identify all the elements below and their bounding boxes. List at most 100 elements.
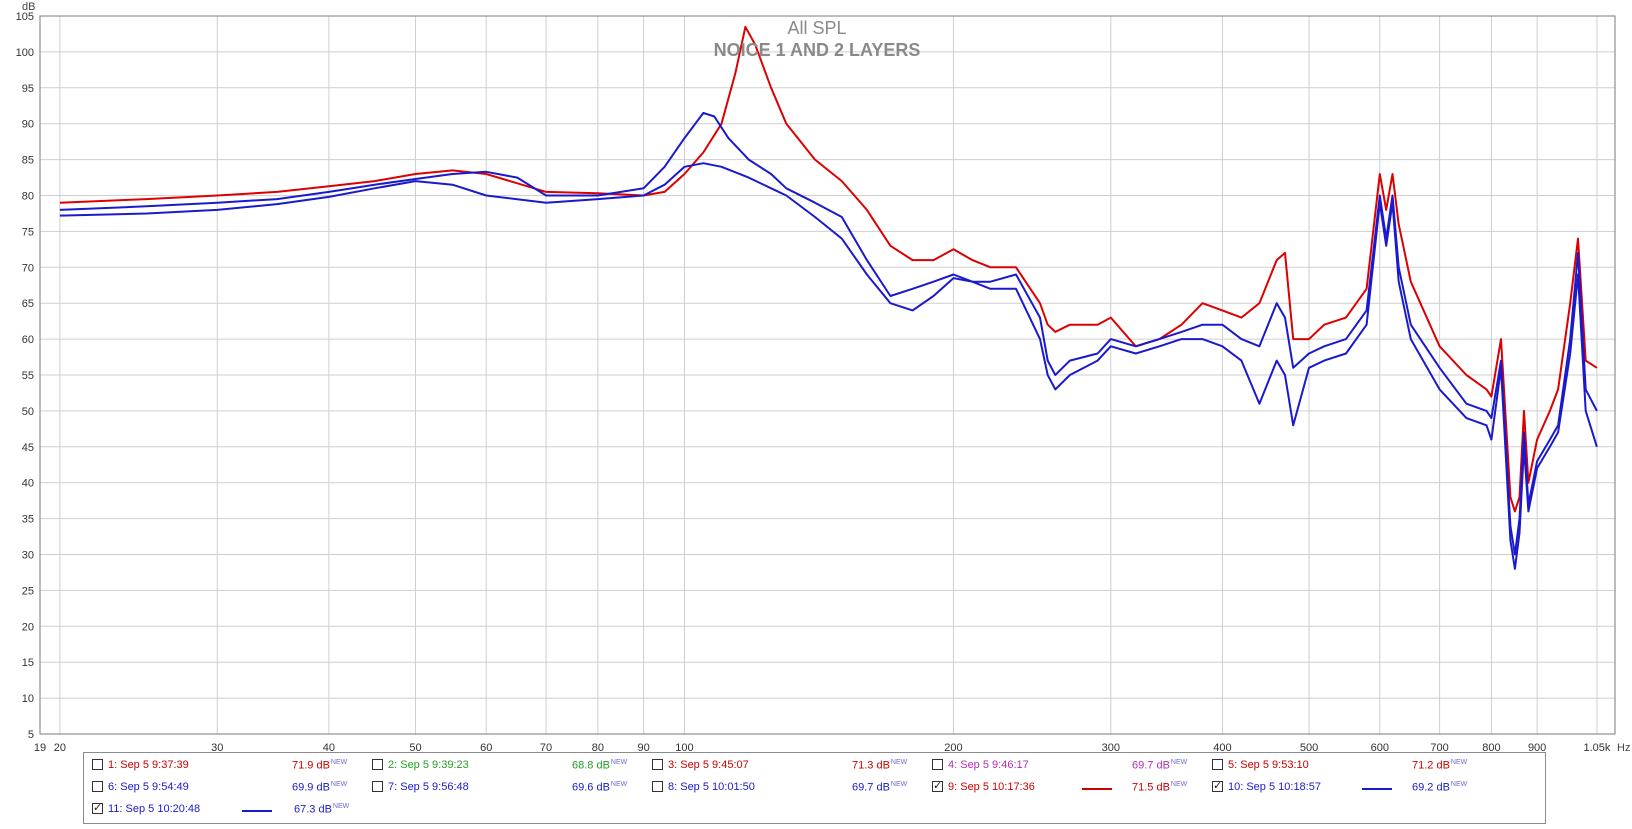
series-line-2 xyxy=(59,111,1598,556)
legend-new-tag: NEW xyxy=(1450,759,1468,766)
legend-level-value: 68.8 dB xyxy=(572,759,610,772)
x-tick-label: 1.05k xyxy=(1583,742,1610,754)
legend-label: 11: Sep 5 10:20:48 xyxy=(108,803,201,815)
legend-new-tag: NEW xyxy=(1170,781,1188,788)
y-axis-unit: dB xyxy=(22,1,35,13)
legend-checkbox[interactable] xyxy=(1212,779,1223,792)
legend-checkbox[interactable] xyxy=(92,781,103,792)
y-tick-label: 95 xyxy=(22,83,34,95)
legend-level-value: 71.3 dB xyxy=(852,759,890,772)
legend-checkbox[interactable] xyxy=(932,779,943,792)
spl-chart: 5 10 15 20 25 30 35 40 45 50 55 60 65 70 75 80 85 90 95 100… xyxy=(16,1,1631,754)
y-tick-label: 70 xyxy=(22,262,34,274)
legend-panel: 1: Sep 5 9:37:39 71.9 dBNEW 2: Sep 5 9:39:… xyxy=(83,752,1546,824)
legend-level: 69.7 dBNEW xyxy=(852,781,907,794)
y-tick-label: 100 xyxy=(16,47,34,59)
legend-level: 71.5 dBNEW xyxy=(1132,781,1187,794)
legend-item[interactable]: 2: Sep 5 9:39:23 68.8 dBNEW xyxy=(372,755,652,777)
legend-checkbox[interactable] xyxy=(372,781,383,792)
legend-label: 9: Sep 5 10:17:36 xyxy=(948,781,1035,793)
x-tick-label: 20 xyxy=(54,742,66,754)
legend-label: 2: Sep 5 9:39:23 xyxy=(388,759,469,771)
y-tick-label: 30 xyxy=(22,550,34,562)
legend-label: 10: Sep 5 10:18:57 xyxy=(1228,781,1321,793)
legend-new-tag: NEW xyxy=(890,759,908,766)
legend-item[interactable]: 4: Sep 5 9:46:17 69.7 dBNEW xyxy=(932,755,1212,777)
legend-label: 7: Sep 5 9:56:48 xyxy=(388,781,469,793)
legend-level-value: 69.7 dB xyxy=(852,781,890,794)
legend-level: 69.2 dBNEW xyxy=(1412,781,1467,794)
legend-item[interactable]: 6: Sep 5 9:54:49 69.9 dBNEW xyxy=(92,777,372,799)
legend-item[interactable]: 9: Sep 5 10:17:36 71.5 dBNEW xyxy=(932,777,1212,799)
legend-new-tag: NEW xyxy=(1450,781,1468,788)
legend-new-tag: NEW xyxy=(890,781,908,788)
y-tick-label: 45 xyxy=(22,442,34,454)
legend-level-value: 69.9 dB xyxy=(292,781,330,794)
legend-swatch xyxy=(1362,788,1392,790)
legend-level: 69.6 dBNEW xyxy=(572,781,627,794)
legend-label: 1: Sep 5 9:37:39 xyxy=(108,759,189,771)
legend-new-tag: NEW xyxy=(610,759,628,766)
legend-item[interactable]: 1: Sep 5 9:37:39 71.9 dBNEW xyxy=(92,755,372,777)
legend-new-tag: NEW xyxy=(1170,759,1188,766)
legend-item[interactable]: 8: Sep 5 10:01:50 69.7 dBNEW xyxy=(652,777,932,799)
y-tick-label: 40 xyxy=(22,478,34,490)
legend-new-tag: NEW xyxy=(330,781,348,788)
legend-new-tag: NEW xyxy=(330,759,348,766)
series-line-1 xyxy=(59,25,1598,513)
legend-item[interactable]: 10: Sep 5 10:18:57 69.2 dBNEW xyxy=(1212,777,1492,799)
legend-level-value: 69.7 dB xyxy=(1132,759,1170,772)
y-tick-label: 25 xyxy=(22,585,34,597)
y-tick-label: 55 xyxy=(22,370,34,382)
y-tick-labels: 5 10 15 20 25 30 35 40 45 50 55 60 65 70 75 80 85 90 95 100… xyxy=(16,11,34,741)
legend-level-value: 67.3 dB xyxy=(294,803,332,816)
legend-checkbox[interactable] xyxy=(92,759,103,770)
y-tick-label: 80 xyxy=(22,191,34,203)
y-tick-label: 85 xyxy=(22,155,34,167)
legend-new-tag: NEW xyxy=(332,803,350,810)
legend-label: 3: Sep 5 9:45:07 xyxy=(668,759,749,771)
y-tick-label: 20 xyxy=(22,621,34,633)
legend-new-tag: NEW xyxy=(610,781,628,788)
y-tick-label: 35 xyxy=(22,514,34,526)
legend-label: 6: Sep 5 9:54:49 xyxy=(108,781,189,793)
legend-level: 69.9 dBNEW xyxy=(292,781,347,794)
legend-label: 8: Sep 5 10:01:50 xyxy=(668,781,755,793)
y-tick-label: 15 xyxy=(22,657,34,669)
legend-swatch xyxy=(242,810,272,812)
legend-checkbox[interactable] xyxy=(92,801,103,814)
y-tick-label: 5 xyxy=(28,729,34,741)
legend-level: 71.9 dBNEW xyxy=(292,759,347,772)
series-line-3 xyxy=(59,162,1598,570)
legend-level: 71.2 dBNEW xyxy=(1412,759,1467,772)
legend-checkbox[interactable] xyxy=(932,759,943,770)
legend-swatch xyxy=(1082,788,1112,790)
legend-level-value: 69.6 dB xyxy=(572,781,610,794)
legend-item[interactable]: 3: Sep 5 9:45:07 71.3 dBNEW xyxy=(652,755,932,777)
legend-item[interactable]: 11: Sep 5 10:20:48 67.3 dBNEW xyxy=(92,799,372,821)
y-tick-label: 50 xyxy=(22,406,34,418)
legend-checkbox[interactable] xyxy=(652,759,663,770)
legend-level-value: 71.2 dB xyxy=(1412,759,1450,772)
legend-item[interactable]: 7: Sep 5 9:56:48 69.6 dBNEW xyxy=(372,777,652,799)
legend-level-value: 69.2 dB xyxy=(1412,781,1450,794)
grid-lines xyxy=(39,15,1615,735)
legend-checkbox[interactable] xyxy=(372,759,383,770)
legend-item[interactable]: 5: Sep 5 9:53:10 71.2 dBNEW xyxy=(1212,755,1492,777)
series-lines xyxy=(59,25,1598,570)
x-axis-unit: Hz xyxy=(1617,742,1630,754)
legend-level-value: 71.9 dB xyxy=(292,759,330,772)
legend-checkbox[interactable] xyxy=(1212,759,1223,770)
y-tick-label: 75 xyxy=(22,226,34,238)
chart-subtitle: NOICE 1 AND 2 LAYERS xyxy=(714,40,921,60)
y-tick-label: 10 xyxy=(22,693,34,705)
legend-label: 5: Sep 5 9:53:10 xyxy=(1228,759,1309,771)
chart-title: All SPL xyxy=(787,18,846,38)
legend-checkbox[interactable] xyxy=(652,781,663,792)
x-tick-label: 19 xyxy=(34,742,46,754)
legend-level: 69.7 dBNEW xyxy=(1132,759,1187,772)
legend-level-value: 71.5 dB xyxy=(1132,781,1170,794)
legend-level: 68.8 dBNEW xyxy=(572,759,627,772)
y-tick-label: 90 xyxy=(22,119,34,131)
legend-level: 67.3 dBNEW xyxy=(294,803,349,816)
